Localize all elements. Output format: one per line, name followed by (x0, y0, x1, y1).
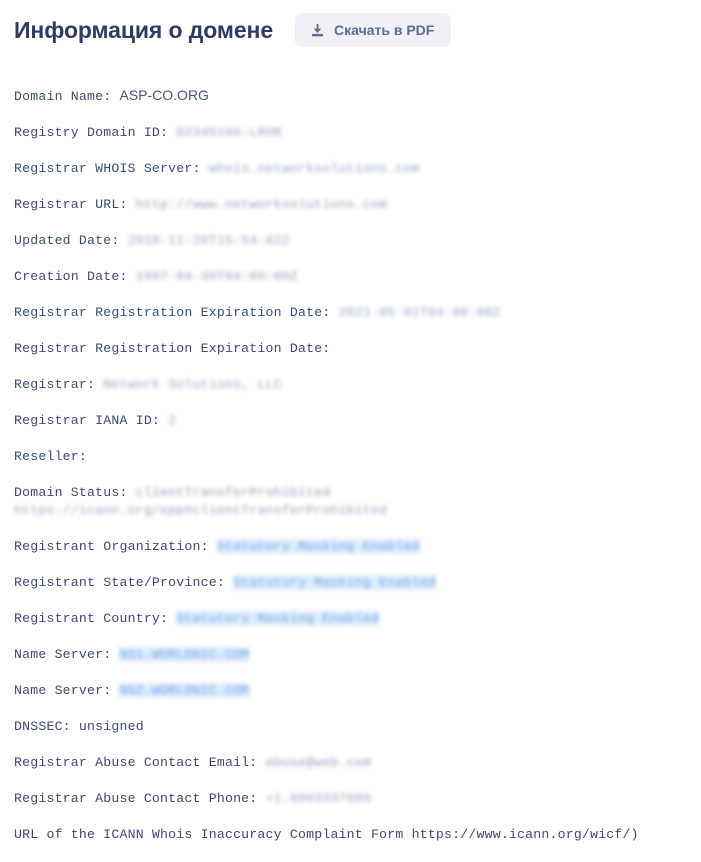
whois-label: URL of the ICANN Whois Inaccuracy Compla… (14, 827, 639, 842)
whois-value-redacted: D2345166-LROR (176, 125, 282, 140)
download-pdf-label: Скачать в PDF (334, 22, 435, 38)
whois-label: Registry Domain ID: (14, 125, 177, 140)
whois-label: Domain Name: (14, 89, 120, 104)
whois-label: Name Server: (14, 647, 120, 662)
whois-line: Domain Name: ASP-CO.ORG (14, 86, 694, 106)
whois-value-redacted: 1997-04-30T04:00:00Z (135, 269, 298, 284)
whois-value-redacted: 2021-05-01T04:00:00Z (338, 305, 501, 320)
whois-line: DNSSEC: unsigned (14, 718, 694, 736)
whois-value-redacted-link[interactable]: Statutory Masking Enabled (176, 611, 380, 626)
page-title: Информация о домене (14, 17, 274, 43)
whois-value-redacted: 2 (168, 413, 177, 428)
whois-label: Registrar Registration Expiration Date: (14, 341, 339, 356)
whois-line: Registrar WHOIS Server: whois.networksol… (14, 160, 694, 178)
whois-line: Name Server: NS2.WORLDNIC.COM (14, 682, 694, 700)
whois-line: Updated Date: 2018-11-20T15:54:02Z (14, 232, 694, 250)
whois-label: Registrar: (14, 377, 104, 392)
whois-label: Updated Date: (14, 233, 128, 248)
whois-line: Creation Date: 1997-04-30T04:00:00Z (14, 268, 694, 286)
whois-value-redacted-link[interactable]: Statutory Masking Enabled (233, 575, 436, 590)
whois-line: Registry Domain ID: D2345166-LROR (14, 124, 694, 142)
whois-label: Registrar URL: (14, 197, 136, 212)
whois-label: Registrar Abuse Contact Phone: (14, 791, 266, 806)
whois-line: Registrar Abuse Contact Phone: +1.800333… (14, 790, 694, 808)
whois-line: URL of the ICANN Whois Inaccuracy Compla… (14, 826, 694, 844)
whois-line: Registrar Registration Expiration Date: (14, 340, 694, 358)
download-icon (310, 23, 325, 38)
whois-record: Domain Name: ASP-CO.ORG Registry Domain … (14, 86, 694, 862)
whois-label: Registrar Registration Expiration Date: (14, 305, 339, 320)
whois-line: Name Server: NS1.WORLDNIC.COM (14, 646, 694, 664)
whois-label: Registrant State/Province: (14, 575, 234, 590)
whois-line: Registrant Country: Statutory Masking En… (14, 610, 694, 628)
whois-value-redacted: abuse@web.com (265, 755, 372, 770)
whois-value-redacted: http://www.networksolutions.com (135, 197, 388, 212)
whois-value-redacted-link[interactable]: NS2.WORLDNIC.COM (119, 683, 250, 698)
whois-label: Reseller: (14, 449, 96, 464)
domain-info-page: Информация о домене Скачать в PDF Domain… (0, 0, 701, 842)
whois-line: Registrar URL: http://www.networksolutio… (14, 196, 694, 214)
whois-label: Name Server: (14, 683, 120, 698)
whois-line: Registrar Registration Expiration Date: … (14, 304, 694, 322)
whois-label: DNSSEC: unsigned (14, 719, 144, 734)
whois-line: Registrant State/Province: Statutory Mas… (14, 574, 694, 592)
whois-value-redacted: 2018-11-20T15:54:02Z (127, 233, 290, 248)
whois-line: Reseller: (14, 448, 694, 466)
whois-value-redacted: whois.networksolutions.com (208, 161, 420, 176)
whois-line: Registrant Organization: Statutory Maski… (14, 538, 694, 556)
whois-value-redacted-link[interactable]: NS1.WORLDNIC.COM (119, 647, 250, 662)
whois-value-redacted: Network Solutions, LLC (103, 377, 282, 392)
whois-value-redacted-link[interactable]: Statutory Masking Enabled (216, 539, 420, 554)
whois-line: Registrar Abuse Contact Email: abuse@web… (14, 754, 694, 772)
whois-line: Domain Status: clientTransferProhibited … (14, 484, 694, 520)
whois-label: Domain Status: (14, 485, 136, 500)
whois-label: Registrant Organization: (14, 539, 217, 554)
page-header: Информация о домене Скачать в PDF (0, 0, 701, 47)
whois-value-redacted: +1.8003337680 (265, 791, 372, 806)
whois-value: ASP-CO.ORG (119, 87, 209, 103)
whois-label: Registrant Country: (14, 611, 177, 626)
whois-label: Creation Date: (14, 269, 136, 284)
whois-label: Registrar WHOIS Server: (14, 161, 209, 176)
whois-label: Registrar Abuse Contact Email: (14, 755, 266, 770)
whois-label: Registrar IANA ID: (14, 413, 169, 428)
download-pdf-button[interactable]: Скачать в PDF (295, 13, 452, 47)
whois-line: Registrar: Network Solutions, LLC (14, 376, 694, 394)
whois-line: Registrar IANA ID: 2 (14, 412, 694, 430)
